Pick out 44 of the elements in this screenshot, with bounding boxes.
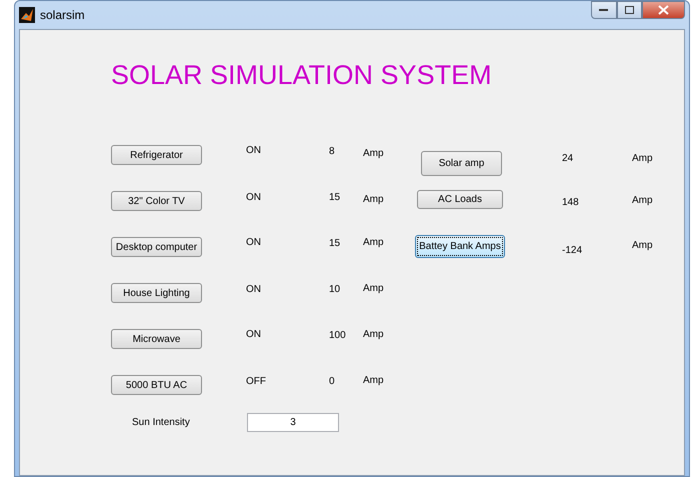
amp-value: 10 xyxy=(329,283,340,295)
amp-value: 24 xyxy=(562,152,574,164)
unit-label: Amp xyxy=(363,237,384,248)
summary-button[interactable]: Solar amp xyxy=(421,151,502,176)
amp-value: 0 xyxy=(329,375,335,387)
minimize-button[interactable] xyxy=(591,1,617,19)
maximize-icon xyxy=(624,6,634,14)
page-heading: SOLAR SIMULATION SYSTEM xyxy=(111,60,493,92)
window-title: solarsim xyxy=(40,8,85,22)
appliance-button[interactable]: House Lighting xyxy=(111,283,202,303)
sun-intensity-field[interactable]: 3 xyxy=(247,413,339,432)
status-text: ON xyxy=(246,191,261,203)
amp-value: 15 xyxy=(329,237,340,249)
appliance-button[interactable]: Refrigerator xyxy=(111,145,202,165)
amp-value: -124 xyxy=(562,244,582,256)
close-button[interactable] xyxy=(642,1,685,19)
minimize-icon xyxy=(599,8,609,12)
unit-label: Amp xyxy=(632,194,653,206)
appliance-button[interactable]: Microwave xyxy=(111,329,202,349)
close-icon xyxy=(658,5,669,15)
summary-button[interactable]: AC Loads xyxy=(417,190,503,209)
unit-label: Amp xyxy=(632,152,653,164)
amp-value: 148 xyxy=(562,196,579,208)
status-text: ON xyxy=(246,283,261,295)
status-text: ON xyxy=(246,145,261,156)
unit-label: Amp xyxy=(632,239,653,251)
maximize-button[interactable] xyxy=(617,1,642,19)
status-text: ON xyxy=(246,329,261,340)
appliance-button[interactable]: Desktop computer xyxy=(111,237,202,257)
unit-label: Amp xyxy=(363,193,384,205)
status-text: ON xyxy=(246,237,261,248)
appliance-button[interactable]: 5000 BTU AC xyxy=(111,375,202,395)
app-icon xyxy=(19,7,35,23)
status-text: OFF xyxy=(246,375,266,387)
unit-label: Amp xyxy=(363,283,384,294)
appliance-button[interactable]: 32" Color TV xyxy=(111,191,202,211)
summary-button[interactable]: Battey Bank Amps xyxy=(415,235,505,258)
amp-value: 100 xyxy=(329,329,346,341)
unit-label: Amp xyxy=(363,375,384,386)
unit-label: Amp xyxy=(363,329,384,340)
unit-label: Amp xyxy=(363,147,384,159)
amp-value: 15 xyxy=(329,191,340,203)
amp-value: 8 xyxy=(329,145,335,157)
field-label: Sun Intensity xyxy=(132,417,191,428)
